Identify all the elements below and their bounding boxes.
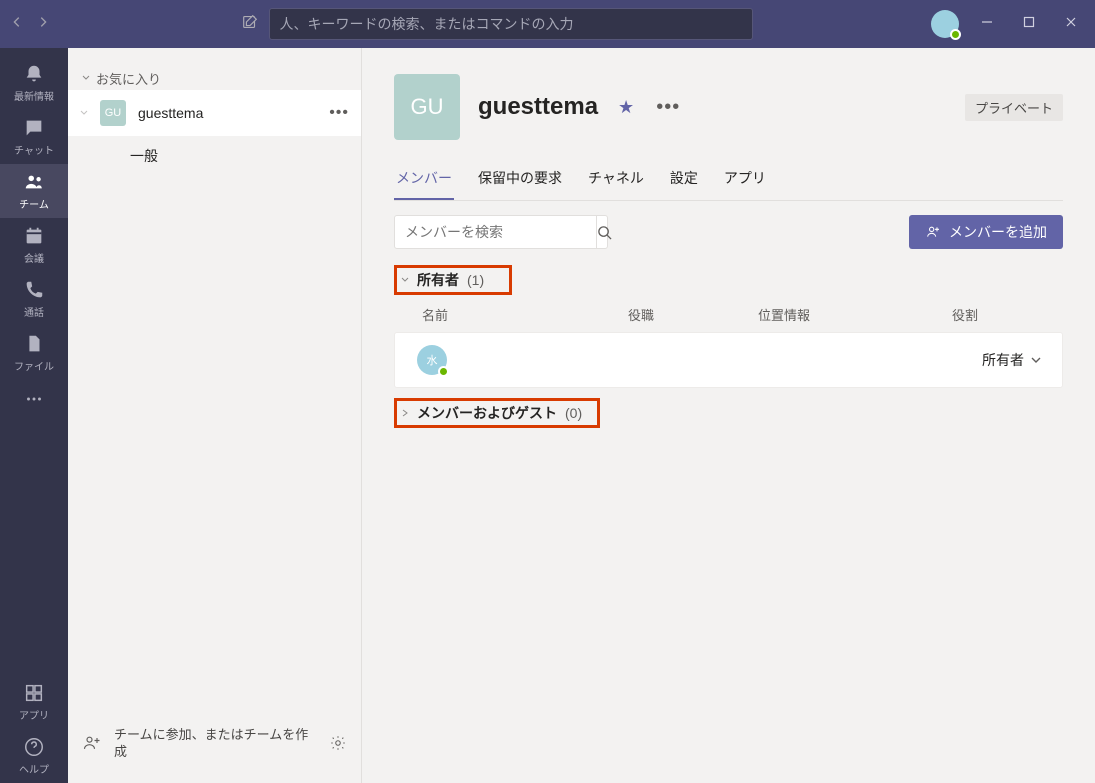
presence-available-icon <box>438 366 449 377</box>
nav-back-icon[interactable] <box>10 15 24 34</box>
join-create-team[interactable]: チームに参加、またはチームを作成 <box>68 710 361 783</box>
person-add-icon <box>925 224 941 240</box>
search-members-input[interactable] <box>395 224 596 240</box>
member-avatar: 水 <box>417 345 447 375</box>
favorites-header[interactable]: お気に入り <box>68 48 361 90</box>
main-content: GU guesttema ★ ••• プライベート メンバー 保留中の要求 チャ… <box>362 48 1095 783</box>
channel-row[interactable]: 一般 <box>68 136 361 176</box>
maximize-icon[interactable] <box>1023 15 1035 33</box>
more-icon[interactable]: ••• <box>656 96 680 119</box>
chevron-down-icon <box>80 109 88 117</box>
members-guests-section-header[interactable]: メンバーおよびゲスト(0) <box>394 398 600 428</box>
profile-avatar[interactable] <box>931 10 959 38</box>
rail-help[interactable]: ヘルプ <box>0 729 68 783</box>
rail-meetings[interactable]: 会議 <box>0 218 68 272</box>
team-avatar: GU <box>100 100 126 126</box>
chevron-down-icon <box>82 74 90 82</box>
titlebar: 人、キーワードの検索、またはコマンドの入力 <box>0 0 1095 48</box>
minimize-icon[interactable] <box>981 15 993 33</box>
page-title: guesttema <box>478 93 598 121</box>
rail-chat[interactable]: チャット <box>0 110 68 164</box>
role-dropdown[interactable]: 所有者 <box>982 350 1042 370</box>
owners-section-header[interactable]: 所有者(1) <box>394 265 512 295</box>
chevron-down-icon <box>401 276 409 284</box>
tab-apps[interactable]: アプリ <box>722 168 768 200</box>
col-role: 役職 <box>628 305 758 324</box>
search-icon[interactable] <box>596 215 612 249</box>
add-member-button[interactable]: メンバーを追加 <box>909 215 1063 249</box>
app-rail: 最新情報 チャット チーム 会議 通話 ファイル アプリ <box>0 48 68 783</box>
presence-available-icon <box>950 29 961 40</box>
favorite-star-icon[interactable]: ★ <box>618 97 634 118</box>
search-input[interactable]: 人、キーワードの検索、またはコマンドの入力 <box>269 8 753 40</box>
close-icon[interactable] <box>1065 15 1077 33</box>
col-location: 位置情報 <box>758 305 952 324</box>
team-avatar-large: GU <box>394 74 460 140</box>
rail-activity[interactable]: 最新情報 <box>0 56 68 110</box>
team-header: GU guesttema ★ ••• プライベート <box>394 74 1063 140</box>
team-row[interactable]: GU guesttema ••• <box>68 90 361 136</box>
member-column-headers: 名前 役職 位置情報 役割 <box>394 295 1063 332</box>
rail-calls[interactable]: 通話 <box>0 272 68 326</box>
rail-files[interactable]: ファイル <box>0 326 68 380</box>
nav-arrows <box>10 15 62 34</box>
owner-row[interactable]: 水 所有者 <box>394 332 1063 388</box>
col-assignment: 役割 <box>952 305 1059 324</box>
tab-members[interactable]: メンバー <box>394 168 454 200</box>
tab-settings[interactable]: 設定 <box>668 168 700 200</box>
more-icon[interactable]: ••• <box>329 104 349 122</box>
team-list-panel: お気に入り GU guesttema ••• 一般 チームに参加、またはチームを… <box>68 48 362 783</box>
chevron-right-icon <box>401 409 409 417</box>
chevron-down-icon <box>1030 354 1042 366</box>
search-placeholder: 人、キーワードの検索、またはコマンドの入力 <box>280 14 574 34</box>
rail-teams[interactable]: チーム <box>0 164 68 218</box>
tab-channels[interactable]: チャネル <box>586 168 646 200</box>
search-members[interactable] <box>394 215 608 249</box>
window-controls <box>981 15 1077 33</box>
people-add-icon <box>82 733 102 753</box>
team-name: guesttema <box>138 105 317 121</box>
privacy-badge: プライベート <box>965 94 1063 121</box>
tab-pending-requests[interactable]: 保留中の要求 <box>476 168 564 200</box>
rail-more[interactable] <box>0 380 68 418</box>
member-controls: メンバーを追加 <box>394 215 1063 249</box>
col-name: 名前 <box>422 305 628 324</box>
team-tabs: メンバー 保留中の要求 チャネル 設定 アプリ <box>394 168 1063 201</box>
nav-forward-icon[interactable] <box>36 15 50 34</box>
compose-icon[interactable] <box>241 13 259 36</box>
gear-icon[interactable] <box>329 734 347 752</box>
rail-apps[interactable]: アプリ <box>0 675 68 729</box>
